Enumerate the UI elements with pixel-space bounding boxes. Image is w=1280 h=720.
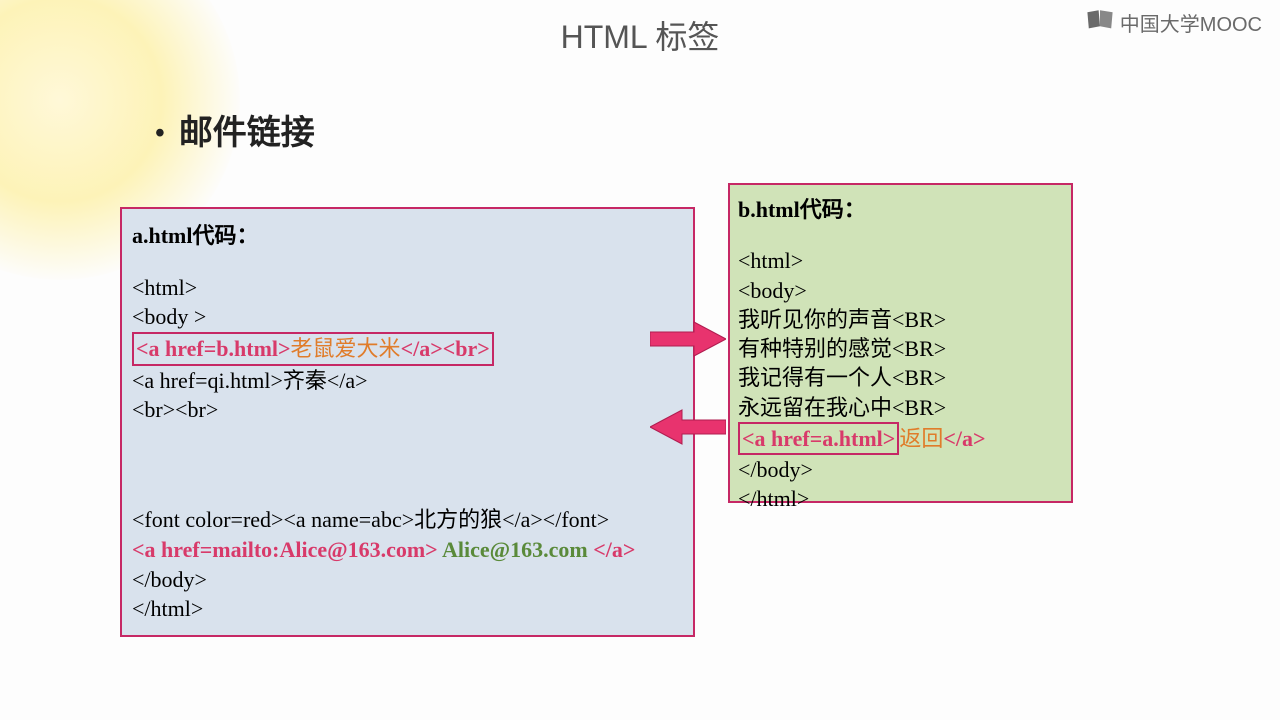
book-icon [1086, 9, 1114, 37]
code-line: 我记得有一个人<BR> [738, 363, 1063, 392]
code-line: <font color=red><a name=abc>北方的狼</a></fo… [132, 505, 683, 535]
brand-logo: 中国大学MOOC [1086, 8, 1262, 37]
brand-text: 中国大学MOOC [1120, 8, 1262, 37]
code-line-highlighted: <a href=a.html>返回</a> [738, 422, 1063, 455]
section-heading: 邮件链接 [155, 105, 315, 154]
code-line: </html> [132, 594, 683, 624]
code-line-mailto: <a href=mailto:Alice@163.com> Alice@163.… [132, 535, 683, 565]
code-line: <html> [738, 246, 1063, 275]
arrow-left-icon [650, 408, 726, 451]
code-line: <a href=qi.html>齐秦</a> [132, 366, 683, 396]
code-box-b: b.html代码： <html> <body> 我听见你的声音<BR> 有种特别… [728, 183, 1073, 503]
code-line: <body > [132, 302, 683, 332]
code-line: </body> [132, 565, 683, 595]
code-line: </body> [738, 455, 1063, 484]
link-text: 返回 [899, 426, 943, 451]
arrow-right-icon [650, 320, 726, 363]
code-box-a: a.html代码： <html> <body > <a href=b.html>… [120, 207, 695, 637]
highlight-box: <a href=a.html> [738, 422, 899, 455]
box-a-title: a.html代码： [132, 221, 683, 251]
code-line: 我听见你的声音<BR> [738, 305, 1063, 334]
code-line: 永远留在我心中<BR> [738, 393, 1063, 422]
code-tag: </a><br> [401, 336, 490, 361]
code-tag: <a href=b.html> [136, 336, 291, 361]
code-line: <body> [738, 276, 1063, 305]
link-text: 老鼠爱大米 [291, 336, 401, 361]
highlight-box: <a href=b.html>老鼠爱大米</a><br> [132, 332, 494, 366]
code-tag: <a href=a.html> [742, 426, 895, 451]
code-line: <html> [132, 273, 683, 303]
code-line-highlighted: <a href=b.html>老鼠爱大米</a><br> [132, 332, 683, 366]
mailto-address: Alice@163.com [438, 537, 593, 562]
code-tag: <a href=mailto:Alice@163.com> [132, 537, 438, 562]
code-line: </html> [738, 484, 1063, 513]
code-tag: </a> [593, 537, 635, 562]
code-line: 有种特别的感觉<BR> [738, 334, 1063, 363]
code-line: <br><br> [132, 395, 683, 425]
code-tag: </a> [943, 426, 985, 451]
box-b-title: b.html代码： [738, 195, 1063, 224]
